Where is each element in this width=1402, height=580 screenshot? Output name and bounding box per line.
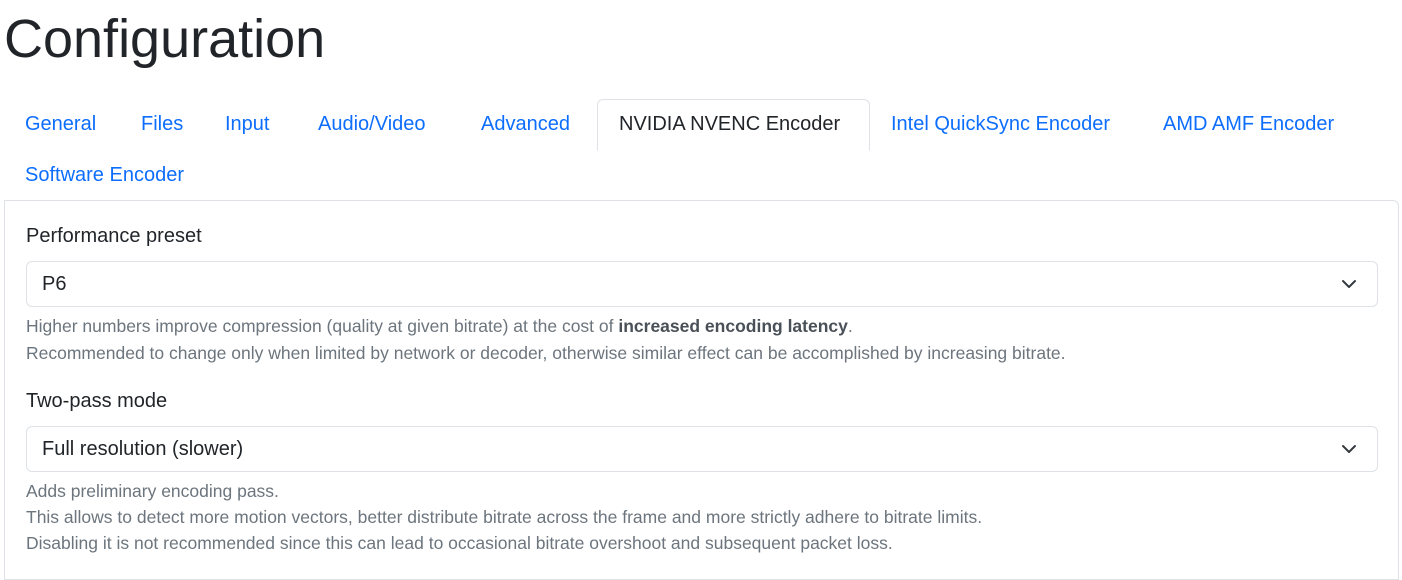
nvenc-settings-panel: Performance preset P6 Higher numbers imp… bbox=[4, 200, 1399, 580]
page-title: Configuration bbox=[4, 9, 326, 69]
tab-advanced[interactable]: Advanced bbox=[460, 99, 591, 149]
tab-software-encoder[interactable]: Software Encoder bbox=[4, 150, 205, 200]
two-pass-mode-value: Full resolution (slower) bbox=[42, 438, 244, 460]
two-pass-mode-help: Adds preliminary encoding pass. This all… bbox=[26, 478, 982, 556]
tab-nvidia-nvenc-encoder[interactable]: NVIDIA NVENC Encoder bbox=[597, 99, 870, 151]
two-pass-mode-help-line-2: This allows to detect more motion vector… bbox=[26, 507, 983, 527]
performance-preset-help: Higher numbers improve compression (qual… bbox=[26, 313, 1066, 367]
tab-amd-amf-encoder[interactable]: AMD AMF Encoder bbox=[1142, 99, 1355, 149]
performance-preset-select[interactable]: P6 bbox=[26, 261, 1378, 307]
tab-general[interactable]: General bbox=[4, 99, 117, 149]
performance-preset-help-line-1: Higher numbers improve compression (qual… bbox=[26, 316, 853, 336]
config-tabs: General Files Input Audio/Video Advanced… bbox=[4, 99, 1398, 201]
two-pass-mode-help-line-3: Disabling it is not recommended since th… bbox=[26, 533, 893, 553]
emphasis-text: increased encoding latency bbox=[618, 316, 848, 336]
two-pass-mode-select[interactable]: Full resolution (slower) bbox=[26, 426, 1378, 472]
performance-preset-help-line-2: Recommended to change only when limited … bbox=[26, 343, 1066, 363]
two-pass-mode-help-line-1: Adds preliminary encoding pass. bbox=[26, 481, 279, 501]
performance-preset-label: Performance preset bbox=[26, 225, 202, 247]
chevron-down-icon bbox=[1342, 280, 1356, 288]
tab-files[interactable]: Files bbox=[120, 99, 204, 149]
performance-preset-value: P6 bbox=[42, 273, 67, 295]
two-pass-mode-label: Two-pass mode bbox=[26, 390, 168, 412]
tab-audio-video[interactable]: Audio/Video bbox=[297, 99, 447, 149]
chevron-down-icon bbox=[1342, 445, 1356, 453]
tab-input[interactable]: Input bbox=[204, 99, 290, 149]
tab-intel-quicksync-encoder[interactable]: Intel QuickSync Encoder bbox=[870, 99, 1131, 149]
